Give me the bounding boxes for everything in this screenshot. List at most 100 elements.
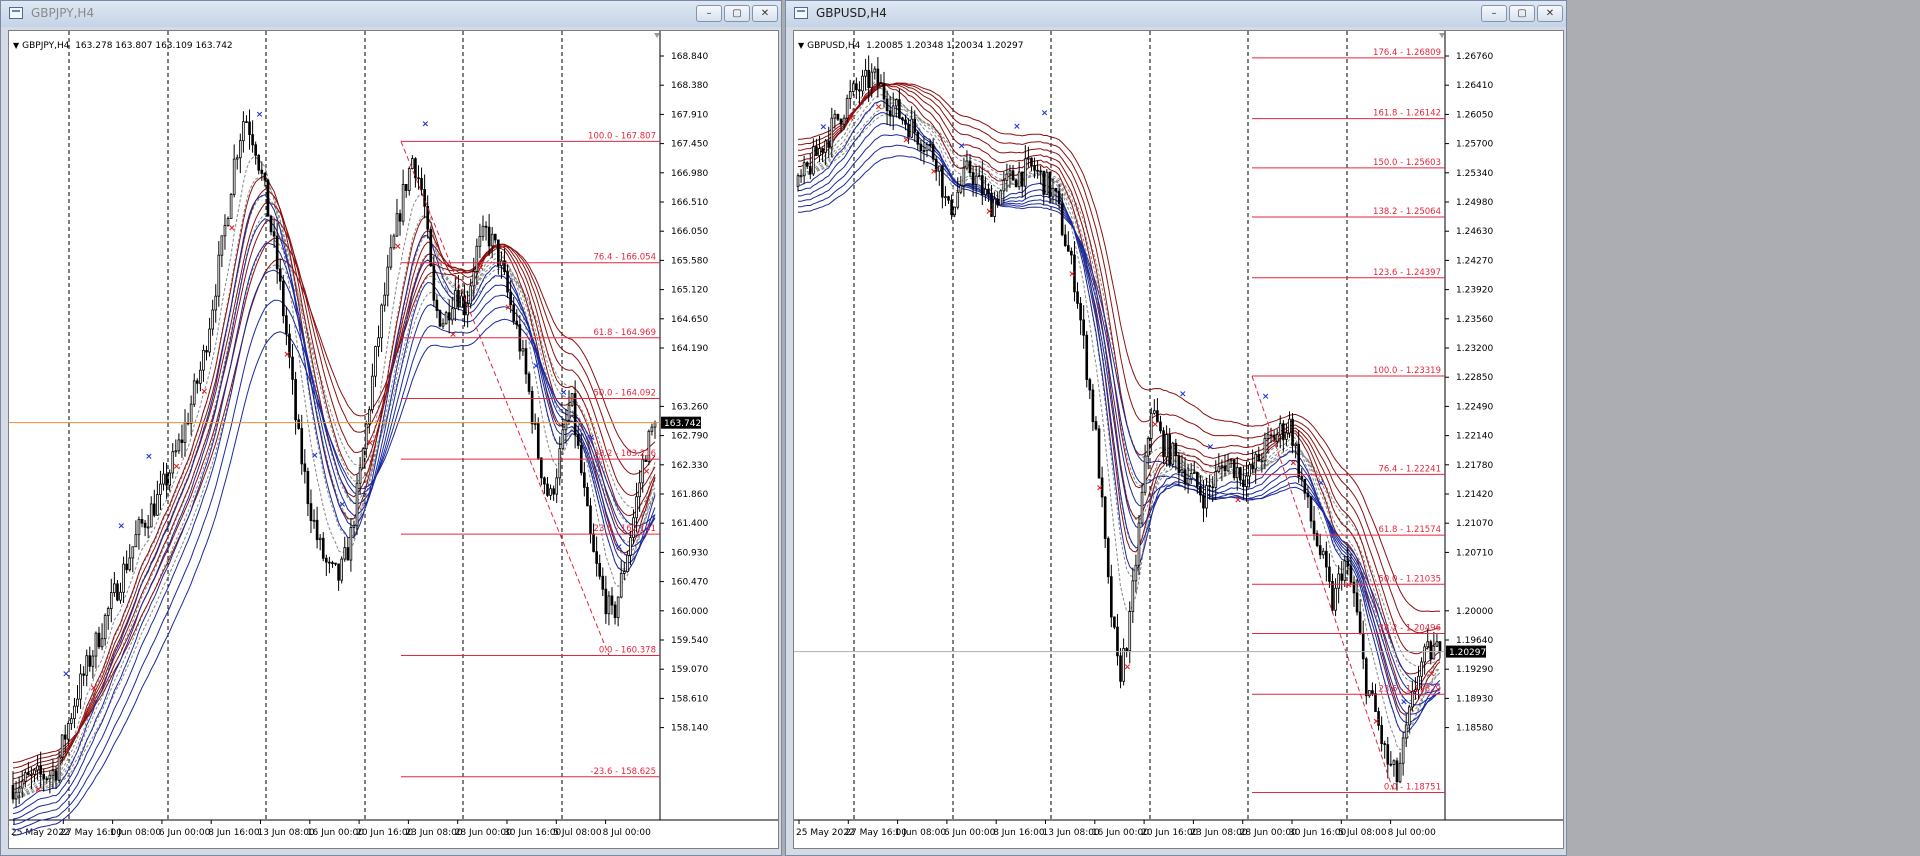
chart-canvas[interactable]: 1.26760 1.26410 1.26050 1.25700 1.25340 1.249…	[794, 31, 1563, 849]
price-chart[interactable]: 168.840 168.380 167.910 167.450 166.980 166.5…	[8, 30, 779, 849]
candle	[1423, 643, 1426, 675]
candle	[1116, 614, 1119, 666]
candle-body	[51, 770, 55, 776]
candle	[79, 664, 82, 709]
candle	[349, 518, 353, 572]
candle-body	[1401, 737, 1405, 764]
candle-body	[533, 423, 537, 425]
candle-body	[1196, 472, 1199, 487]
candle	[1340, 560, 1344, 591]
close-button[interactable]: ✕	[752, 5, 778, 22]
candle-body	[910, 118, 913, 138]
candle	[533, 413, 537, 430]
candle-body	[1030, 157, 1033, 167]
candle-body	[1119, 655, 1122, 682]
sell-marker-icon: ×	[847, 114, 855, 124]
blue-ma-line	[12, 194, 656, 809]
candle-body	[490, 233, 494, 247]
candle-body	[1011, 170, 1015, 181]
candle-body	[149, 503, 153, 528]
red-ma-line	[798, 82, 1441, 634]
candle-body	[14, 791, 18, 800]
candle	[1063, 224, 1067, 247]
fib-level-label: 61.8 - 164.969	[593, 328, 656, 338]
candle-body	[1110, 576, 1113, 618]
close-button[interactable]: ✕	[1537, 5, 1563, 22]
window-title: GBPUSD,H4	[816, 6, 887, 20]
candle	[861, 69, 864, 97]
collapse-triangle-icon[interactable]: ▼	[798, 41, 804, 50]
candle-body	[583, 472, 586, 488]
fib-level-label: 38.2 - 1.20496	[1378, 623, 1441, 633]
candle-body	[558, 448, 562, 479]
candle	[306, 467, 310, 517]
candle	[1011, 164, 1015, 181]
candle	[653, 420, 657, 439]
maximize-button[interactable]: ▢	[1509, 5, 1535, 22]
minimize-button[interactable]: –	[696, 5, 722, 22]
collapse-triangle-icon[interactable]: ▼	[13, 41, 19, 50]
candle-body	[1312, 520, 1316, 534]
candle-body	[183, 422, 187, 443]
candle	[805, 161, 809, 169]
time-tick-label: 5 Jul 08:00	[1338, 828, 1387, 838]
candle	[1030, 157, 1033, 172]
price-tick-label: 164.190	[671, 344, 708, 354]
candle-body	[429, 228, 433, 267]
candle	[346, 537, 350, 561]
candle-body	[848, 91, 852, 99]
gray-ma-line	[798, 107, 1441, 683]
candle	[263, 172, 267, 187]
candle	[242, 111, 245, 153]
candle-body	[827, 140, 831, 148]
price-chart[interactable]: 1.26760 1.26410 1.26050 1.25700 1.25340 1.249…	[793, 30, 1564, 849]
fib-level-label: 61.8 - 1.21574	[1378, 525, 1441, 535]
candle	[202, 344, 205, 382]
candle-body	[570, 393, 574, 406]
minimize-button[interactable]: –	[1481, 5, 1507, 22]
time-tick-label: 1 Jun 08:00	[110, 828, 162, 838]
candle	[14, 780, 18, 808]
candle-body	[1328, 566, 1331, 582]
candle-body	[42, 773, 46, 780]
candle-body	[195, 380, 199, 384]
candle	[272, 219, 276, 248]
candle	[438, 309, 442, 328]
candle	[922, 135, 926, 165]
candle-body	[1426, 641, 1430, 648]
candle-body	[60, 734, 64, 758]
candle-body	[543, 477, 546, 485]
price-tick-label: 160.930	[671, 548, 708, 558]
candle-body	[1245, 475, 1248, 488]
gbpjpy-chart-window[interactable]: GBPJPY,H4 – ▢ ✕ 168.840 168.380 167.910 167…	[0, 0, 782, 856]
maximize-button[interactable]: ▢	[724, 5, 750, 22]
chart-canvas[interactable]: 168.840 168.380 167.910 167.450 166.980 166.5…	[9, 31, 778, 849]
candle-body	[1057, 190, 1061, 205]
candle-body	[521, 348, 525, 352]
candle	[1392, 759, 1396, 777]
gbpusd-chart-window[interactable]: GBPUSD,H4 – ▢ ✕ 1.26760 1.26410 1.26050 1.2…	[785, 0, 1567, 856]
candle	[426, 195, 430, 239]
candle	[152, 489, 156, 518]
candle-body	[1091, 389, 1095, 423]
candle-body	[325, 557, 328, 563]
candle-body	[937, 165, 941, 172]
gray-ma-line	[12, 239, 656, 800]
fib-level-label: 76.4 - 166.054	[593, 253, 656, 263]
candle	[57, 750, 61, 784]
title-bar[interactable]: GBPUSD,H4 – ▢ ✕	[786, 1, 1566, 27]
candle-body	[177, 439, 181, 452]
candle-body	[882, 83, 886, 100]
candle-body	[965, 160, 969, 169]
period-separators	[68, 31, 661, 820]
candle-body	[297, 419, 300, 429]
time-tick-label: 6 Jun 00:00	[159, 828, 211, 838]
sell-marker-icon: ×	[283, 350, 291, 360]
candle-body	[245, 121, 248, 124]
candle	[576, 425, 580, 450]
candle	[214, 284, 218, 323]
candle-body	[1143, 455, 1147, 493]
title-bar[interactable]: GBPJPY,H4 – ▢ ✕	[1, 1, 781, 27]
candle-body	[916, 131, 920, 145]
buy-marker-icon: ×	[145, 452, 153, 462]
